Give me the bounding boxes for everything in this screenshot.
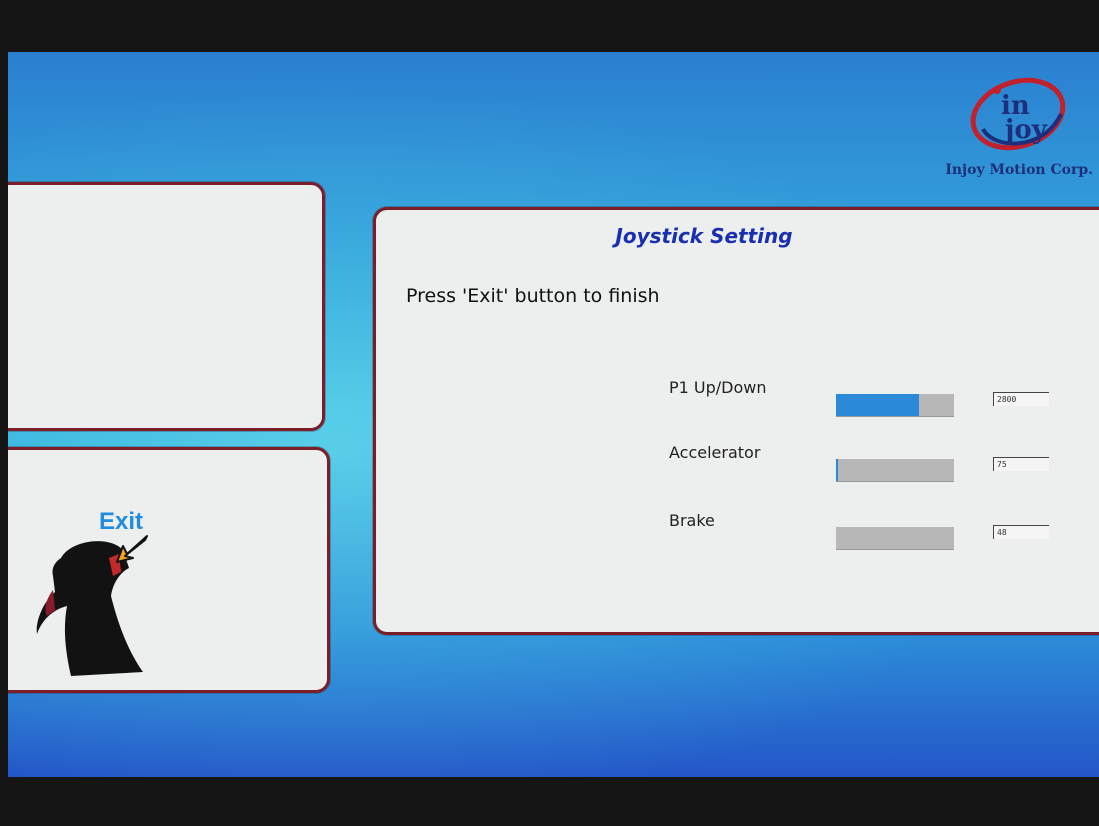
- svg-text:joy: joy: [1003, 115, 1048, 145]
- left-info-panel: [8, 182, 325, 431]
- axis-value-field: 2800: [993, 392, 1049, 406]
- axis-row: Accelerator 75: [376, 443, 1099, 483]
- joystick-icon: [36, 541, 144, 676]
- display-screen: in joy Injoy Motion Corp. Exit Joystick …: [8, 52, 1099, 777]
- panel-title: Joystick Setting: [615, 224, 793, 248]
- brand-name: Injoy Motion Corp.: [945, 162, 1093, 178]
- axis-level-fill: [836, 394, 919, 416]
- instruction-text: Press 'Exit' button to finish: [406, 285, 660, 307]
- axis-level-bar: [836, 394, 954, 417]
- axis-row: P1 Up/Down 2800: [376, 378, 1099, 418]
- axis-label: Accelerator: [669, 443, 761, 462]
- arrow-pointer-icon: [116, 535, 148, 563]
- exit-panel[interactable]: Exit: [8, 447, 330, 693]
- axis-label: P1 Up/Down: [669, 378, 767, 397]
- axis-value-field: 75: [993, 457, 1049, 471]
- injoy-logo-icon: in joy: [970, 77, 1066, 151]
- joystick-setting-panel: Joystick Setting Press 'Exit' button to …: [373, 207, 1099, 635]
- axis-level-bar: [836, 459, 954, 482]
- axis-row: Brake 48: [376, 511, 1099, 551]
- axis-value-field: 48: [993, 525, 1049, 539]
- axis-level-fill: [836, 459, 839, 481]
- brand-logo: in joy Injoy Motion Corp.: [923, 74, 1093, 184]
- axis-level-bar: [836, 527, 954, 550]
- axis-label: Brake: [669, 511, 715, 530]
